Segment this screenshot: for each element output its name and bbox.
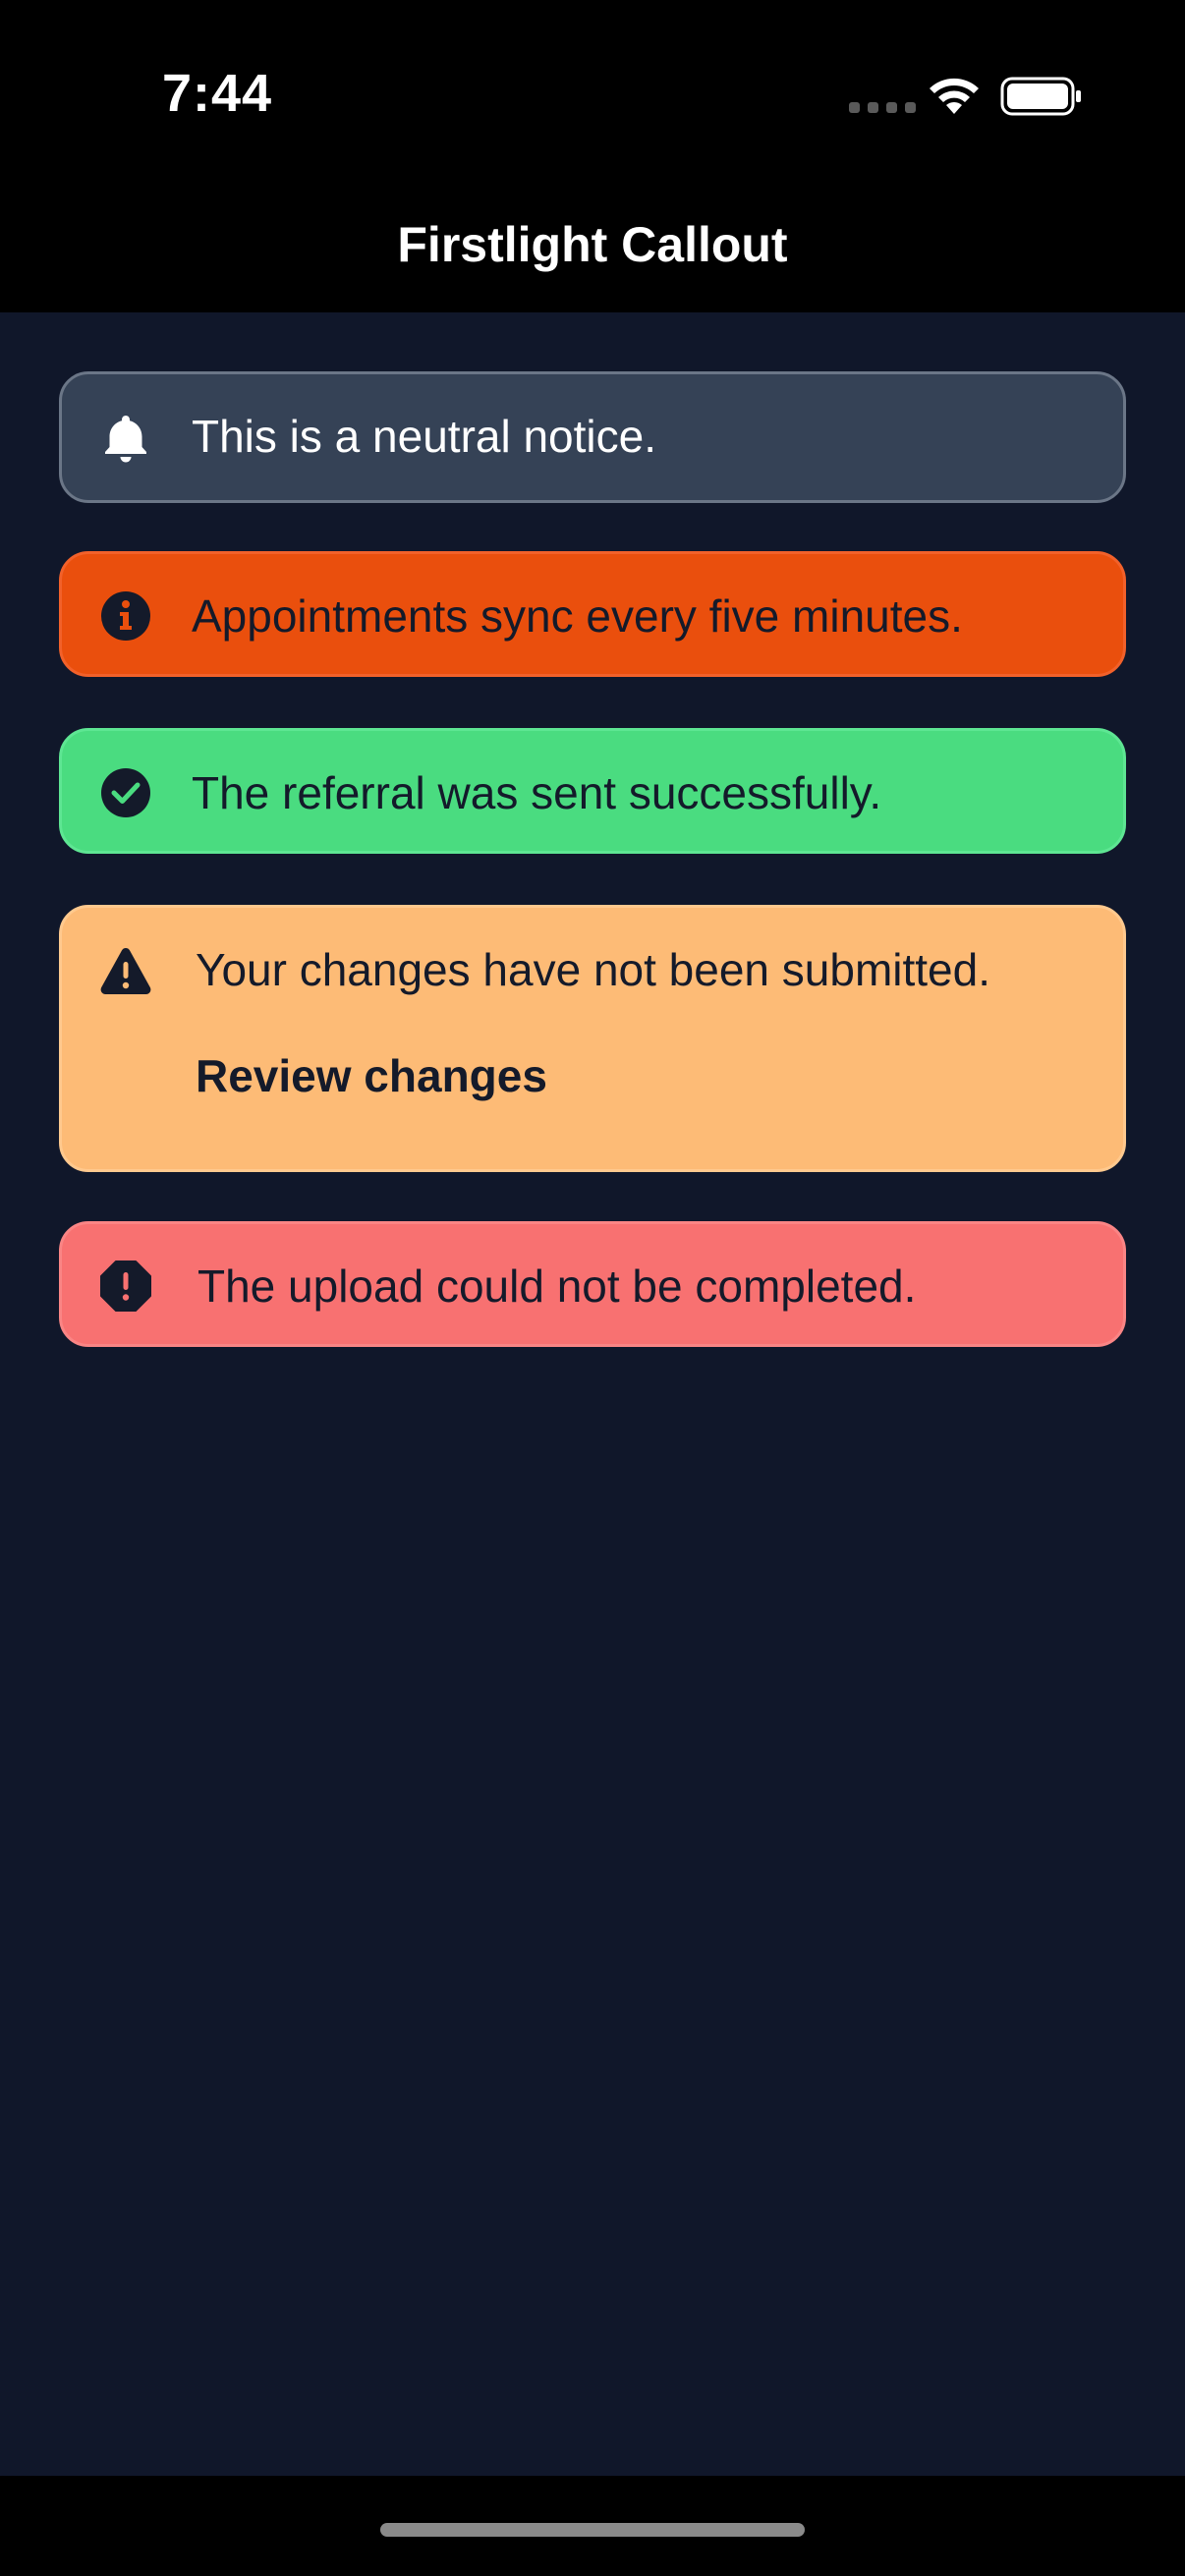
- wifi-icon: [930, 78, 979, 114]
- screen: 7:44 Firstlight Callout This is a neutra…: [0, 0, 1185, 2576]
- callout-success: The referral was sent successfully.: [59, 728, 1126, 854]
- navigation-bar: Firstlight Callout: [0, 187, 1185, 312]
- check-circle-icon: [101, 768, 150, 817]
- callout-message: Appointments sync every five minutes.: [192, 590, 963, 642]
- callout-error: The upload could not be completed.: [59, 1221, 1126, 1347]
- error-octagon-icon: [100, 1260, 151, 1312]
- battery-icon: [1000, 77, 1081, 116]
- page-title: Firstlight Callout: [397, 217, 788, 272]
- review-changes-button[interactable]: Review changes: [196, 1049, 547, 1102]
- callout-message: This is a neutral notice.: [192, 411, 657, 462]
- bottom-safe-area: [0, 2476, 1185, 2576]
- callout-message: The upload could not be completed.: [198, 1260, 917, 1312]
- callout-message: Your changes have not been submitted.: [196, 944, 990, 995]
- callout-info: Appointments sync every five minutes.: [59, 551, 1126, 677]
- callout-list: This is a neutral notice. Appointments s…: [0, 312, 1185, 2476]
- callout-neutral: This is a neutral notice.: [59, 371, 1126, 503]
- home-indicator[interactable]: [380, 2523, 805, 2537]
- bell-icon: [105, 416, 146, 463]
- cellular-signal-icon: [849, 102, 916, 113]
- info-icon: [101, 591, 150, 641]
- status-bar: 7:44: [0, 0, 1185, 187]
- status-time: 7:44: [162, 64, 273, 123]
- callout-warning: Your changes have not been submitted. Re…: [59, 905, 1126, 1172]
- callout-message: The referral was sent successfully.: [192, 767, 882, 818]
- warning-triangle-icon: [100, 948, 151, 994]
